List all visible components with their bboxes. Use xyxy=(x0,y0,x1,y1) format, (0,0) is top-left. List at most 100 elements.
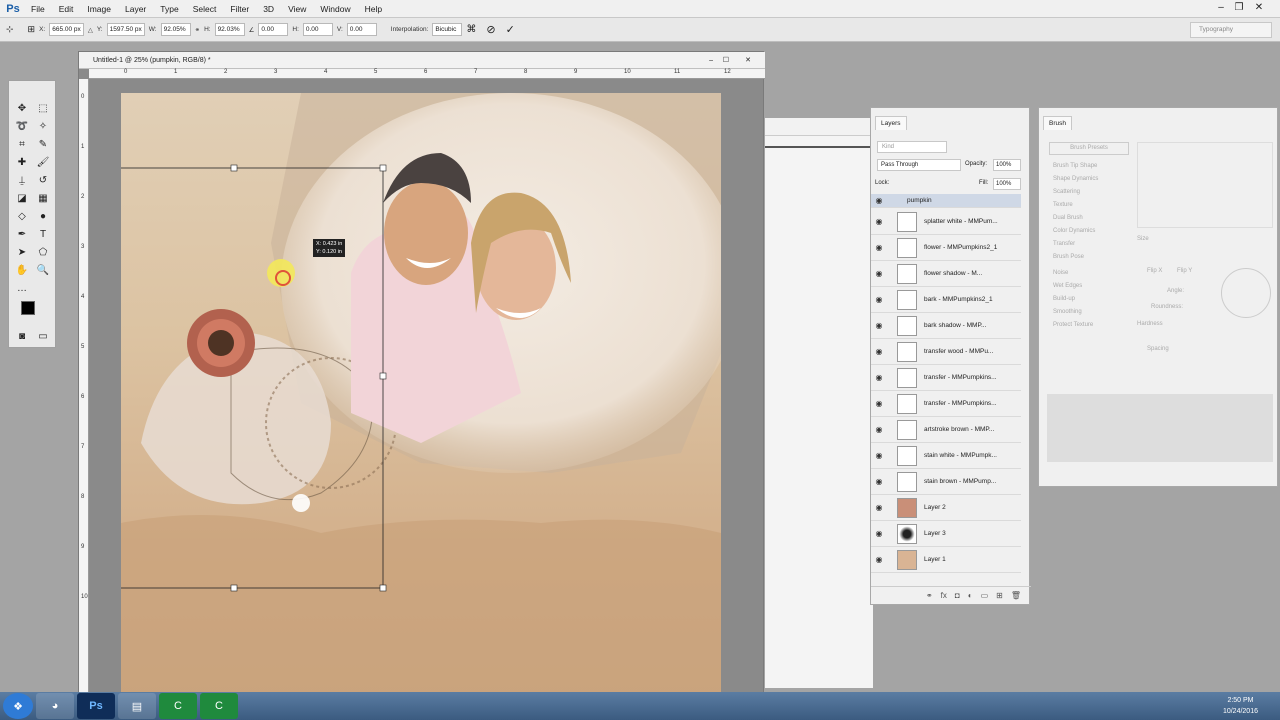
y-field[interactable]: 1597.50 px xyxy=(106,23,145,36)
brush-option[interactable]: Build-up xyxy=(1053,293,1133,305)
shape-tool-icon[interactable]: ⬠ xyxy=(34,245,52,261)
fill-field[interactable]: 100% xyxy=(993,178,1021,190)
photoshop-taskbar-icon[interactable]: Ps xyxy=(77,693,115,719)
brush-option[interactable]: Protect Texture xyxy=(1053,319,1133,331)
visibility-eye-icon[interactable]: ◉ xyxy=(871,425,887,434)
cancel-transform-icon[interactable]: ⊘ xyxy=(486,23,495,36)
mask-icon[interactable]: ◘ xyxy=(955,591,960,600)
screen-mode-icon[interactable]: ▭ xyxy=(34,329,52,345)
link-icon[interactable]: ⚭ xyxy=(195,26,200,34)
canvas[interactable]: X: 0.423 in Y: 0.120 in xyxy=(121,93,721,697)
brush-option[interactable]: Texture xyxy=(1053,199,1133,211)
x-field[interactable]: 665.00 px xyxy=(49,23,84,36)
layer-row[interactable]: ◉ Layer 2 xyxy=(871,495,1021,521)
visibility-eye-icon[interactable]: ◉ xyxy=(871,503,887,512)
visibility-eye-icon[interactable]: ◉ xyxy=(871,217,887,226)
foreground-color-swatch[interactable] xyxy=(21,301,35,315)
menu-window[interactable]: Window xyxy=(313,0,357,18)
layer-row[interactable]: ◉ stain brown - MMPump... xyxy=(871,469,1021,495)
layer-row[interactable]: ◉ bark shadow - MMP... xyxy=(871,313,1021,339)
layer-row[interactable]: ◉ Layer 1 xyxy=(871,547,1021,573)
eyedropper-icon[interactable]: ✎ xyxy=(34,137,52,153)
reference-point-icon[interactable]: ⊞ xyxy=(28,24,36,35)
menu-filter[interactable]: Filter xyxy=(223,0,256,18)
doc-maximize-icon[interactable]: ☐ xyxy=(723,52,729,69)
opacity-field[interactable]: 100% xyxy=(993,159,1021,171)
brush-option[interactable]: Smoothing xyxy=(1053,306,1133,318)
brush-option[interactable]: Transfer xyxy=(1053,238,1133,250)
layer-row[interactable]: ◉ transfer - MMPumpkins... xyxy=(871,365,1021,391)
kind-filter[interactable]: Kind xyxy=(877,141,947,153)
quick-mask-icon[interactable]: ◙ xyxy=(13,329,31,345)
layer-row[interactable]: ◉ transfer wood - MMPu... xyxy=(871,339,1021,365)
healing-brush-icon[interactable]: ✚ xyxy=(13,155,31,171)
visibility-eye-icon[interactable]: ◉ xyxy=(871,451,887,460)
visibility-eye-icon[interactable]: ◉ xyxy=(871,347,887,356)
path-selection-icon[interactable]: ➤ xyxy=(13,245,31,261)
brush-option[interactable]: Shape Dynamics xyxy=(1053,173,1133,185)
interpolation-select[interactable]: Bicubic xyxy=(432,23,463,36)
brush-option[interactable]: Noise xyxy=(1053,267,1133,279)
brush-tool-icon[interactable]: 🖌 xyxy=(34,155,52,171)
layer-row[interactable]: ◉ flower shadow - M... xyxy=(871,261,1021,287)
layer-row[interactable]: ◉ splatter white - MMPum... xyxy=(871,209,1021,235)
visibility-eye-icon[interactable]: ◉ xyxy=(871,529,887,538)
brush-option[interactable]: Brush Tip Shape xyxy=(1053,160,1133,172)
visibility-eye-icon[interactable]: ◉ xyxy=(871,555,887,564)
lasso-tool-icon[interactable]: ➰ xyxy=(13,119,31,135)
eraser-icon[interactable]: ◪ xyxy=(13,191,31,207)
pen-tool-icon[interactable]: ✒ xyxy=(13,227,31,243)
brush-option[interactable]: Dual Brush xyxy=(1053,212,1133,224)
visibility-eye-icon[interactable]: ◉ xyxy=(871,269,887,278)
system-clock[interactable]: 2:50 PM 10/24/2016 xyxy=(1223,695,1258,717)
minimize-icon[interactable]: – xyxy=(1212,1,1230,15)
menu-layer[interactable]: Layer xyxy=(118,0,153,18)
visibility-eye-icon[interactable]: ◉ xyxy=(871,399,887,408)
more-tools-icon[interactable]: … xyxy=(13,281,31,297)
delta-icon[interactable]: △ xyxy=(88,26,93,34)
hand-tool-icon[interactable]: ✋ xyxy=(13,263,31,279)
warp-icon[interactable]: ⌘ xyxy=(466,24,476,35)
layers-tab[interactable]: Layers xyxy=(875,116,907,130)
menu-file[interactable]: File xyxy=(24,0,52,18)
spacing-checkbox[interactable]: Spacing xyxy=(1147,346,1169,352)
brush-option[interactable]: Brush Pose xyxy=(1053,251,1133,263)
hskew-field[interactable]: 0.00 xyxy=(302,23,333,36)
new-group-icon[interactable]: ▭ xyxy=(981,591,989,600)
doc-close-icon[interactable]: ✕ xyxy=(745,52,751,69)
workspace-select[interactable]: Typography xyxy=(1190,22,1272,38)
type-tool-icon[interactable]: T xyxy=(34,227,52,243)
brush-angle-widget[interactable] xyxy=(1221,268,1271,318)
adjustment-icon[interactable]: ◐ xyxy=(968,591,973,600)
trash-icon[interactable]: 🗑 xyxy=(1011,591,1021,600)
file-explorer-icon[interactable]: ▤ xyxy=(118,693,156,719)
dodge-tool-icon[interactable]: ● xyxy=(34,209,52,225)
doc-minimize-icon[interactable]: – xyxy=(709,52,713,69)
visibility-eye-icon[interactable]: ◉ xyxy=(871,243,887,252)
fx-icon[interactable]: fx xyxy=(941,591,947,600)
layer-row[interactable]: ◉ artstroke brown - MMP... xyxy=(871,417,1021,443)
layer-row[interactable]: ◉ Layer 3 xyxy=(871,521,1021,547)
start-button-icon[interactable]: ❖ xyxy=(3,693,33,719)
menu-view[interactable]: View xyxy=(281,0,313,18)
menu-image[interactable]: Image xyxy=(80,0,118,18)
menu-edit[interactable]: Edit xyxy=(52,0,81,18)
layer-row[interactable]: ◉ flower - MMPumpkins2_1 xyxy=(871,235,1021,261)
camtasia-recorder-icon[interactable]: C xyxy=(200,693,238,719)
brush-option[interactable]: Wet Edges xyxy=(1053,280,1133,292)
document-tab[interactable]: Untitled-1 @ 25% (pumpkin, RGB/8) * – ☐ … xyxy=(79,52,765,69)
clone-stamp-icon[interactable]: ⍊ xyxy=(13,173,31,189)
h-field[interactable]: 92.03% xyxy=(214,23,245,36)
restore-icon[interactable]: ❐ xyxy=(1230,1,1248,15)
layer-row[interactable]: ◉ transfer - MMPumpkins... xyxy=(871,391,1021,417)
brush-option[interactable]: Color Dynamics xyxy=(1053,225,1133,237)
visibility-eye-icon[interactable]: ◉ xyxy=(871,321,887,330)
layer-row[interactable]: ◉ stain white - MMPumpk... xyxy=(871,443,1021,469)
zoom-tool-icon[interactable]: 🔍 xyxy=(34,263,52,279)
brush-tip-grid[interactable] xyxy=(1137,142,1273,228)
angle-field[interactable]: 0.00 xyxy=(258,23,289,36)
link-layers-icon[interactable]: ⚭ xyxy=(926,591,933,600)
crop-tool-icon[interactable]: ⌗ xyxy=(13,137,31,153)
chrome-icon[interactable]: ◕ xyxy=(36,693,74,719)
magic-wand-icon[interactable]: ✧ xyxy=(34,119,52,135)
